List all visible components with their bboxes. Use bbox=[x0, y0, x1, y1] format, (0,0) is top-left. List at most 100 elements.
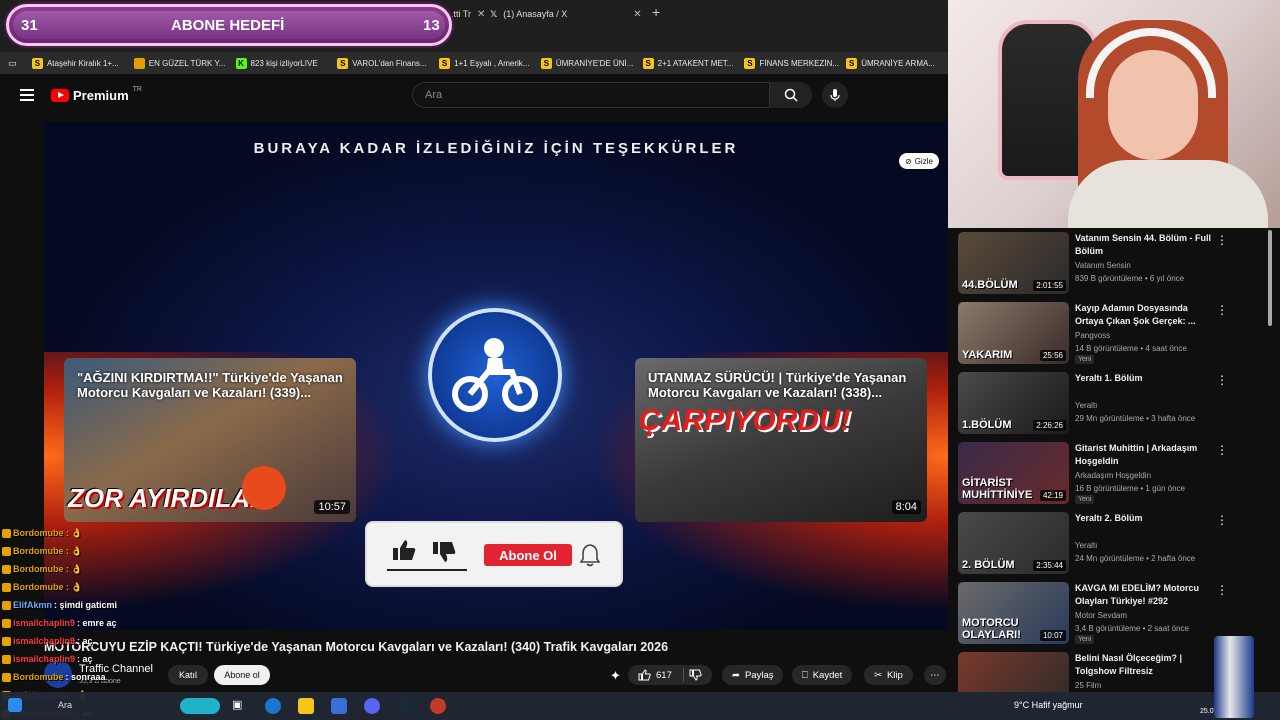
chat-username[interactable]: ismailchaplin9 bbox=[13, 618, 75, 628]
bookmark-item[interactable]: EN GÜZEL TÜRK Y... bbox=[133, 57, 236, 69]
related-video-item[interactable]: 44.BÖLÜM 2:01:55 Vatanım Sensin 44. Bölüm … bbox=[954, 230, 1274, 296]
more-options-icon[interactable]: ⋮ bbox=[1216, 443, 1228, 457]
discord-icon[interactable] bbox=[364, 698, 380, 714]
related-video-item[interactable]: 1.BÖLÜM 2:26:26 Yeraltı 1. Bölüm Yeraltı 29 … bbox=[954, 370, 1274, 436]
search-button[interactable] bbox=[770, 82, 812, 108]
related-video-channel[interactable]: Pangvoss bbox=[1075, 331, 1110, 340]
chat-text: 👌 bbox=[71, 563, 83, 574]
webcam-feed bbox=[948, 0, 1280, 228]
tablet-icon[interactable]: ▭ bbox=[8, 58, 32, 69]
share-button[interactable]: ➦ Paylaş bbox=[722, 665, 784, 685]
file-explorer-icon[interactable] bbox=[298, 698, 314, 714]
related-video-channel[interactable]: Yeraltı bbox=[1075, 541, 1097, 550]
more-options-icon[interactable]: ⋮ bbox=[1216, 513, 1228, 527]
save-button[interactable]: ⎕ Kaydet bbox=[792, 665, 853, 685]
new-tab-icon[interactable]: + bbox=[652, 4, 660, 20]
browser-tab[interactable]: ...tti Tr ✕ bbox=[446, 3, 485, 25]
weather-widget[interactable]: 9°C Hafif yağmur bbox=[1014, 700, 1083, 710]
related-video-channel[interactable]: Arkadaşım Hoşgeldin bbox=[1075, 471, 1151, 480]
more-options-icon[interactable]: ⋮ bbox=[1216, 233, 1228, 247]
chat-username[interactable]: ElifAkmn bbox=[13, 600, 52, 610]
chat-username[interactable]: Bordomube : bbox=[13, 582, 69, 592]
bookmark-item[interactable]: S Ataşehir Kiralık 1+... bbox=[31, 57, 134, 69]
video-thumbnail[interactable]: 2. BÖLÜM 2:35:44 bbox=[958, 512, 1069, 574]
chat-text: 👌 bbox=[71, 581, 83, 592]
bookmark-item[interactable]: S 2+1 ATAKENT MET... bbox=[642, 57, 745, 69]
related-video-item[interactable]: GİTARİST MUHİTTİNİYE 42:19 Gitarist Muhitt… bbox=[954, 440, 1274, 506]
app-icon[interactable] bbox=[331, 698, 347, 714]
related-video-item[interactable]: YAKARIM 25:56 Kayıp Adamın Dosyasında Orta… bbox=[954, 300, 1274, 366]
related-video-title[interactable]: Kayıp Adamın Dosyasında Ortaya Çıkan Şok… bbox=[1075, 302, 1215, 328]
motorcycle-icon bbox=[452, 338, 538, 412]
taskbar-search[interactable]: Ara bbox=[58, 700, 72, 710]
related-video-channel[interactable]: Yeraltı bbox=[1075, 401, 1097, 410]
youtube-logo[interactable]: Premium TR bbox=[51, 86, 142, 103]
chat-username[interactable]: Bordomube : bbox=[13, 528, 69, 538]
obs-icon[interactable] bbox=[430, 698, 446, 714]
bookmark-favicon-icon: S bbox=[744, 57, 756, 69]
bookmark-item[interactable]: K 823 kişi izliyorLIVE bbox=[235, 57, 338, 69]
browser-tab-x[interactable]: 𝕏 (1) Anasayfa / X ✕ bbox=[490, 3, 642, 25]
related-video-title[interactable]: KAVGA MI EDELİM? Motorcu Olayları Türkiy… bbox=[1075, 582, 1215, 608]
related-video-title[interactable]: Yeraltı 2. Bölüm bbox=[1075, 512, 1215, 525]
chat-username[interactable]: ismailchaplin9 bbox=[13, 636, 75, 646]
windows-start-icon[interactable] bbox=[8, 698, 22, 712]
youtube-play-icon bbox=[51, 89, 69, 102]
video-thumbnail[interactable]: GİTARİST MUHİTTİNİYE 42:19 bbox=[958, 442, 1069, 504]
related-video-title[interactable]: Vatanım Sensin 44. Bölüm - Full Bölüm bbox=[1075, 232, 1215, 258]
like-button[interactable]: 617 bbox=[628, 665, 712, 685]
related-video-channel[interactable]: Motor Sevdam bbox=[1075, 611, 1127, 620]
subscribe-button[interactable]: Abone ol bbox=[214, 665, 270, 685]
bookmark-item[interactable]: S ÜMRANİYE ARMA... bbox=[846, 57, 948, 69]
related-video-channel[interactable]: Vatanım Sensin bbox=[1075, 261, 1131, 270]
related-video-title[interactable]: Gitarist Muhittin | Arkadaşım Hoşgeldin bbox=[1075, 442, 1215, 468]
video-thumbnail[interactable]: YAKARIM 25:56 bbox=[958, 302, 1069, 364]
more-options-icon[interactable]: ⋮ bbox=[1216, 583, 1228, 597]
bookmark-item[interactable]: S FİNANS MERKEZİN... bbox=[744, 57, 846, 69]
bookmark-item[interactable]: S ÜMRANİYE'DE ÜNİ... bbox=[540, 57, 643, 69]
bookmark-item[interactable]: S 1+1 Eşyalı , Amerik... bbox=[439, 57, 541, 69]
windows-taskbar: Ara ▣ 9°C Hafif yağmur 00:25.02.2026 bbox=[0, 692, 1280, 720]
widgets-icon[interactable] bbox=[180, 698, 220, 714]
clip-button[interactable]: ✂ Klip bbox=[864, 665, 913, 685]
video-thumbnail[interactable]: MOTORCU OLAYLARI! 10:07 bbox=[958, 582, 1069, 644]
endscreen-video-left[interactable]: "AĞZINI KIRDIRTMA!!" Türkiye'de Yaşanan … bbox=[64, 358, 356, 522]
video-thumbnail[interactable]: 1.BÖLÜM 2:26:26 bbox=[958, 372, 1069, 434]
thumbs-down-icon[interactable] bbox=[689, 669, 702, 681]
more-actions-button[interactable]: ⋯ bbox=[924, 665, 946, 685]
edge-icon[interactable] bbox=[265, 698, 281, 714]
chat-badge-icon bbox=[2, 672, 11, 682]
bookmark-item[interactable]: S VAROL'dan Finans... bbox=[337, 57, 439, 69]
bell-icon bbox=[579, 544, 601, 567]
related-video-channel[interactable]: 25 Film bbox=[1075, 681, 1101, 690]
video-thumbnail[interactable]: 44.BÖLÜM 2:01:55 bbox=[958, 232, 1069, 294]
related-video-title[interactable]: Belini Nasıl Ölçeceğim? | Tolgshow Filtr… bbox=[1075, 652, 1215, 678]
close-icon[interactable]: ✕ bbox=[477, 9, 485, 20]
sidebar-scrollbar[interactable] bbox=[1268, 230, 1272, 326]
task-view-icon[interactable]: ▣ bbox=[232, 698, 248, 714]
voice-search-button[interactable] bbox=[822, 82, 848, 108]
steam-icon[interactable] bbox=[397, 698, 413, 714]
chat-username[interactable]: Bordomube : bbox=[13, 546, 69, 556]
chat-username[interactable]: Bordomube bbox=[13, 672, 64, 682]
menu-icon[interactable] bbox=[20, 89, 34, 101]
bookmark-label: 2+1 ATAKENT MET... bbox=[657, 58, 734, 68]
related-video-meta: 24 Mn görüntüleme • 2 hafta önce bbox=[1075, 554, 1196, 563]
thumbnail-caption: 44.BÖLÜM bbox=[962, 279, 1018, 291]
chat-username[interactable]: Bordomube : bbox=[13, 564, 69, 574]
related-video-title[interactable]: Yeraltı 1. Bölüm bbox=[1075, 372, 1215, 385]
related-video-meta: 14 B görüntüleme • 4 saat önce bbox=[1075, 344, 1187, 353]
more-options-icon[interactable]: ⋮ bbox=[1216, 373, 1228, 387]
search-input[interactable]: Ara bbox=[412, 82, 770, 108]
video-duration: 2:35:44 bbox=[1033, 560, 1066, 571]
bookmark-favicon-icon: S bbox=[642, 57, 654, 69]
endscreen-video-right[interactable]: UTANMAZ SÜRÜCÜ! | Türkiye'de Yaşanan Mot… bbox=[635, 358, 927, 522]
sparkle-icon[interactable]: ✦ bbox=[610, 668, 621, 684]
chat-message: ismailchaplin9: aç bbox=[2, 632, 202, 650]
related-video-item[interactable]: 2. BÖLÜM 2:35:44 Yeraltı 2. Bölüm Yeraltı 24… bbox=[954, 510, 1274, 576]
close-icon[interactable]: ✕ bbox=[633, 9, 641, 20]
more-options-icon[interactable]: ⋮ bbox=[1216, 303, 1228, 317]
chat-username[interactable]: ismailchaplin9 bbox=[13, 654, 75, 664]
hide-endscreen-button[interactable]: ⊘ Gizle bbox=[899, 153, 939, 169]
video-thumbnail[interactable] bbox=[958, 652, 1069, 692]
